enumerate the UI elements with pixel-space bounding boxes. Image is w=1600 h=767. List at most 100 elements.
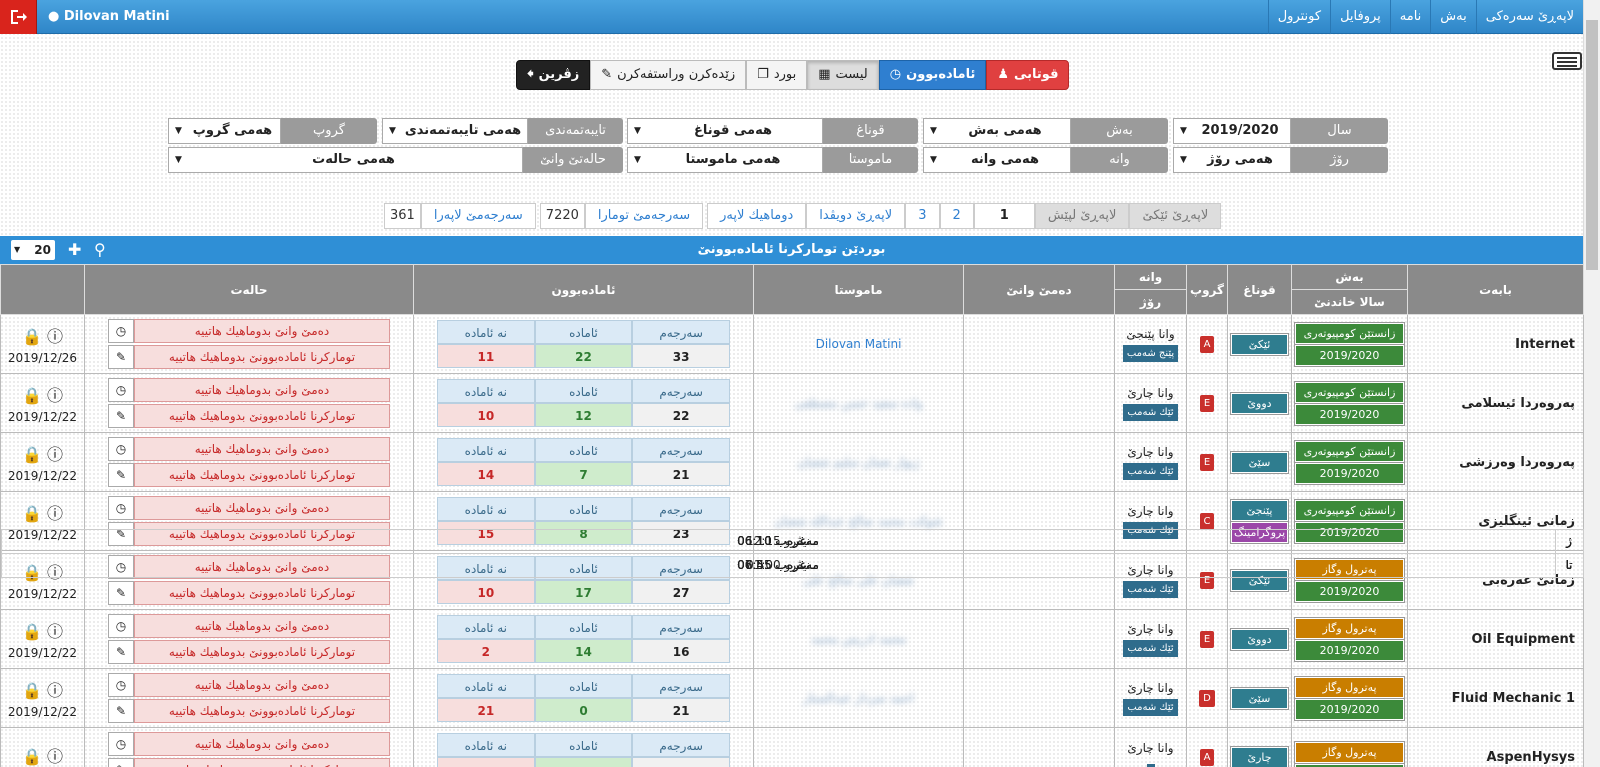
users-icon: ♟ xyxy=(997,67,1010,82)
lesson-cell: وانا پێنجێ پێنج شەمب xyxy=(1114,314,1187,374)
search-icon[interactable]: ⚲ xyxy=(94,236,106,264)
info-icon[interactable]: ⓘ xyxy=(47,386,63,405)
table-row[interactable]: 🔒 ⓘ 2019/12/26 ◷ دەمێ وانێ بدوماهیك هاتییە ✎… xyxy=(0,314,1584,578)
col-subject[interactable]: بابەت xyxy=(1407,264,1584,315)
year-badge: 2019/2020 xyxy=(1294,579,1405,603)
lesson-name: وانا چارێ xyxy=(1127,621,1174,636)
edit-icon[interactable]: ✎ xyxy=(108,404,134,428)
page-1-button[interactable]: 1 xyxy=(973,203,1035,229)
edit-icon[interactable]: ✎ xyxy=(108,758,134,767)
info-icon[interactable]: ⓘ xyxy=(47,747,63,766)
day-badge: ئێك شەمب xyxy=(1123,698,1178,716)
teacher-name[interactable]: محمد ادریس محمد xyxy=(811,632,907,646)
table-row[interactable]: 🔒 ⓘ 2019/12/22 ◷ دەمێ وانێ بدوماهیك هاتییە ✎… xyxy=(0,432,1584,578)
page-scrollbar[interactable] xyxy=(1583,0,1600,767)
info-icon[interactable]: ⓘ xyxy=(47,327,63,346)
day-select[interactable]: هەمی رۆژ xyxy=(1173,147,1291,173)
actions-cell: 🔒 ⓘ 2019/12/22 xyxy=(0,432,85,492)
year-select[interactable]: 2019/2020 xyxy=(1173,118,1291,144)
scroll-thumb[interactable] xyxy=(1586,20,1598,270)
list-view-button[interactable]: ▦ لیست xyxy=(807,60,879,90)
attendance-record-status: تومارکرنا ئامادەبوونێ بدوماهیك هاتییە xyxy=(134,699,390,723)
col-time[interactable]: دەمێ وانێ xyxy=(963,264,1115,315)
lock-icon[interactable]: 🔒 xyxy=(22,504,42,523)
add-edit-button[interactable]: ✎ زێدەکرن وراستفەکرن xyxy=(590,60,747,90)
board-view-button[interactable]: ❐ بورد xyxy=(746,60,808,90)
lesson-cell: وانا چارێ ئێك شەمب xyxy=(1114,373,1187,433)
present-label: ئامادە xyxy=(534,674,633,698)
department-select[interactable]: هەمی بەش xyxy=(923,118,1071,144)
col-department[interactable]: بەش xyxy=(1291,264,1408,290)
edit-icon[interactable]: ✎ xyxy=(108,699,134,723)
lesson-status-select[interactable]: هەمی حالەت xyxy=(168,147,523,173)
students-view-button[interactable]: ♟ قوتابی xyxy=(986,60,1070,90)
absent-count: 10 xyxy=(437,580,535,604)
nav-profile[interactable]: پروفایل xyxy=(1330,0,1390,34)
lesson-select[interactable]: هەمی وانە xyxy=(923,147,1071,173)
table-row[interactable]: 🔒 ⓘ 2019/12/22 ◷ دەمێ وانێ بدوماهیك هاتییە ✎… xyxy=(0,373,1584,578)
nav-home[interactable]: لاپەڕێ سەرەکی xyxy=(1475,0,1583,34)
col-lesson[interactable]: وانە xyxy=(1114,264,1187,290)
teacher-name[interactable]: احمد سردار عبدالستار xyxy=(803,691,914,705)
copy-icon: ❐ xyxy=(757,67,769,82)
edit-icon[interactable]: ✎ xyxy=(108,345,134,369)
teacher-name[interactable]: ژیوار نعمان سلیم شعبان xyxy=(797,455,919,469)
info-icon[interactable]: ⓘ xyxy=(47,445,63,464)
lock-icon[interactable]: 🔒 xyxy=(22,622,42,641)
next-page-button[interactable]: لاپەڕێ دویڤدا xyxy=(806,203,906,229)
department-badge: پەترول وگاز xyxy=(1294,741,1405,764)
lock-icon[interactable]: 🔒 xyxy=(22,747,42,766)
info-icon[interactable]: ⓘ xyxy=(47,681,63,700)
col-stage[interactable]: قوناغ xyxy=(1227,264,1292,315)
group-badge: A xyxy=(1199,748,1215,766)
specialty-select[interactable]: هەمی تایبەتمەندی xyxy=(382,118,528,144)
lock-icon[interactable]: 🔒 xyxy=(22,327,42,346)
last-page-button[interactable]: دوماهیك لاپەر xyxy=(707,203,807,229)
lesson-time-status: دەمێ وانێ بدوماهیك هاتییە xyxy=(134,732,390,756)
lock-icon[interactable]: 🔒 xyxy=(22,445,42,464)
info-icon[interactable]: ⓘ xyxy=(47,622,63,641)
department-badge: زانستێن کومپیوتەری xyxy=(1294,321,1405,345)
stage-select[interactable]: هەمی قوناغ xyxy=(627,118,823,144)
page-2-button[interactable]: 2 xyxy=(939,203,974,229)
record-date: 2019/12/22 xyxy=(7,705,78,719)
col-attendance[interactable]: ئامادەبوون xyxy=(413,264,754,315)
table-row[interactable]: 🔒 ⓘ 2019/12/22 ◷ دەمێ وانێ بدوماهیك هاتییە ✎… xyxy=(0,528,1584,728)
edit-icon[interactable]: ✎ xyxy=(108,581,134,605)
present-count: 14 xyxy=(534,639,633,663)
status-cell: ◷دەمێ وانێ بدوماهیك هاتییە✎تومارکرنا ئام… xyxy=(84,373,414,433)
lock-icon[interactable]: 🔒 xyxy=(22,386,42,405)
teacher-name[interactable]: شوکت محمد صالح عبدالله شعبان xyxy=(774,514,942,528)
lock-icon[interactable]: 🔒 xyxy=(22,681,42,700)
info-icon[interactable]: ⓘ xyxy=(47,504,63,523)
table-row[interactable]: 🔒 ⓘ 2019/12/22 ◷ دەمێ وانێ بدوماهیك هاتییە ✎… xyxy=(0,528,1584,669)
col-year[interactable]: سالا خاندنێ xyxy=(1291,289,1408,315)
teacher-select[interactable]: هەمی ماموستا xyxy=(627,147,823,173)
nav-control[interactable]: کونترول xyxy=(1267,0,1330,34)
attendance-table: حالەت ئامادەبوون ماموستا دەمێ وانێ وانە … xyxy=(0,264,1584,767)
col-day[interactable]: رۆژ xyxy=(1114,289,1187,315)
logout-button[interactable] xyxy=(0,0,37,34)
current-user[interactable]: ● Dilovan Matini xyxy=(48,9,170,24)
teacher-name[interactable]: Dilovan Matini xyxy=(816,337,902,351)
back-button[interactable]: 🠸 زڤرین xyxy=(516,60,591,90)
page-size-select[interactable]: 20 xyxy=(11,240,55,260)
edit-icon[interactable]: ✎ xyxy=(108,640,134,664)
edit-icon[interactable]: ✎ xyxy=(108,463,134,487)
teacher-cell: محمد ادریس محمد xyxy=(753,609,964,669)
actions-cell: 🔒 ⓘ 2019/12/22 xyxy=(0,668,85,728)
attendance-view-button[interactable]: ◷ ئامادەبوون xyxy=(878,60,987,90)
group-badge: E xyxy=(1199,453,1215,471)
table-row[interactable]: 🔒 ⓘ◷دەمێ وانێ بدوماهیك هاتییە✎تومارکرنا … xyxy=(0,528,1584,767)
add-icon[interactable]: ✚ xyxy=(68,236,81,264)
col-status[interactable]: حالەت xyxy=(84,264,414,315)
page-3-button[interactable]: 3 xyxy=(905,203,940,229)
teacher-name[interactable]: وادە سعید حسن مصطفى xyxy=(795,396,923,410)
col-group[interactable]: گروپ xyxy=(1186,264,1228,315)
nav-department[interactable]: بەش xyxy=(1430,0,1475,34)
keyboard-icon[interactable] xyxy=(1552,52,1582,70)
nav-messages[interactable]: نامە xyxy=(1389,0,1431,34)
group-select[interactable]: هەمی گروپ xyxy=(168,118,281,144)
col-teacher[interactable]: ماموستا xyxy=(753,264,964,315)
stage-cell: سێێ xyxy=(1227,432,1292,492)
